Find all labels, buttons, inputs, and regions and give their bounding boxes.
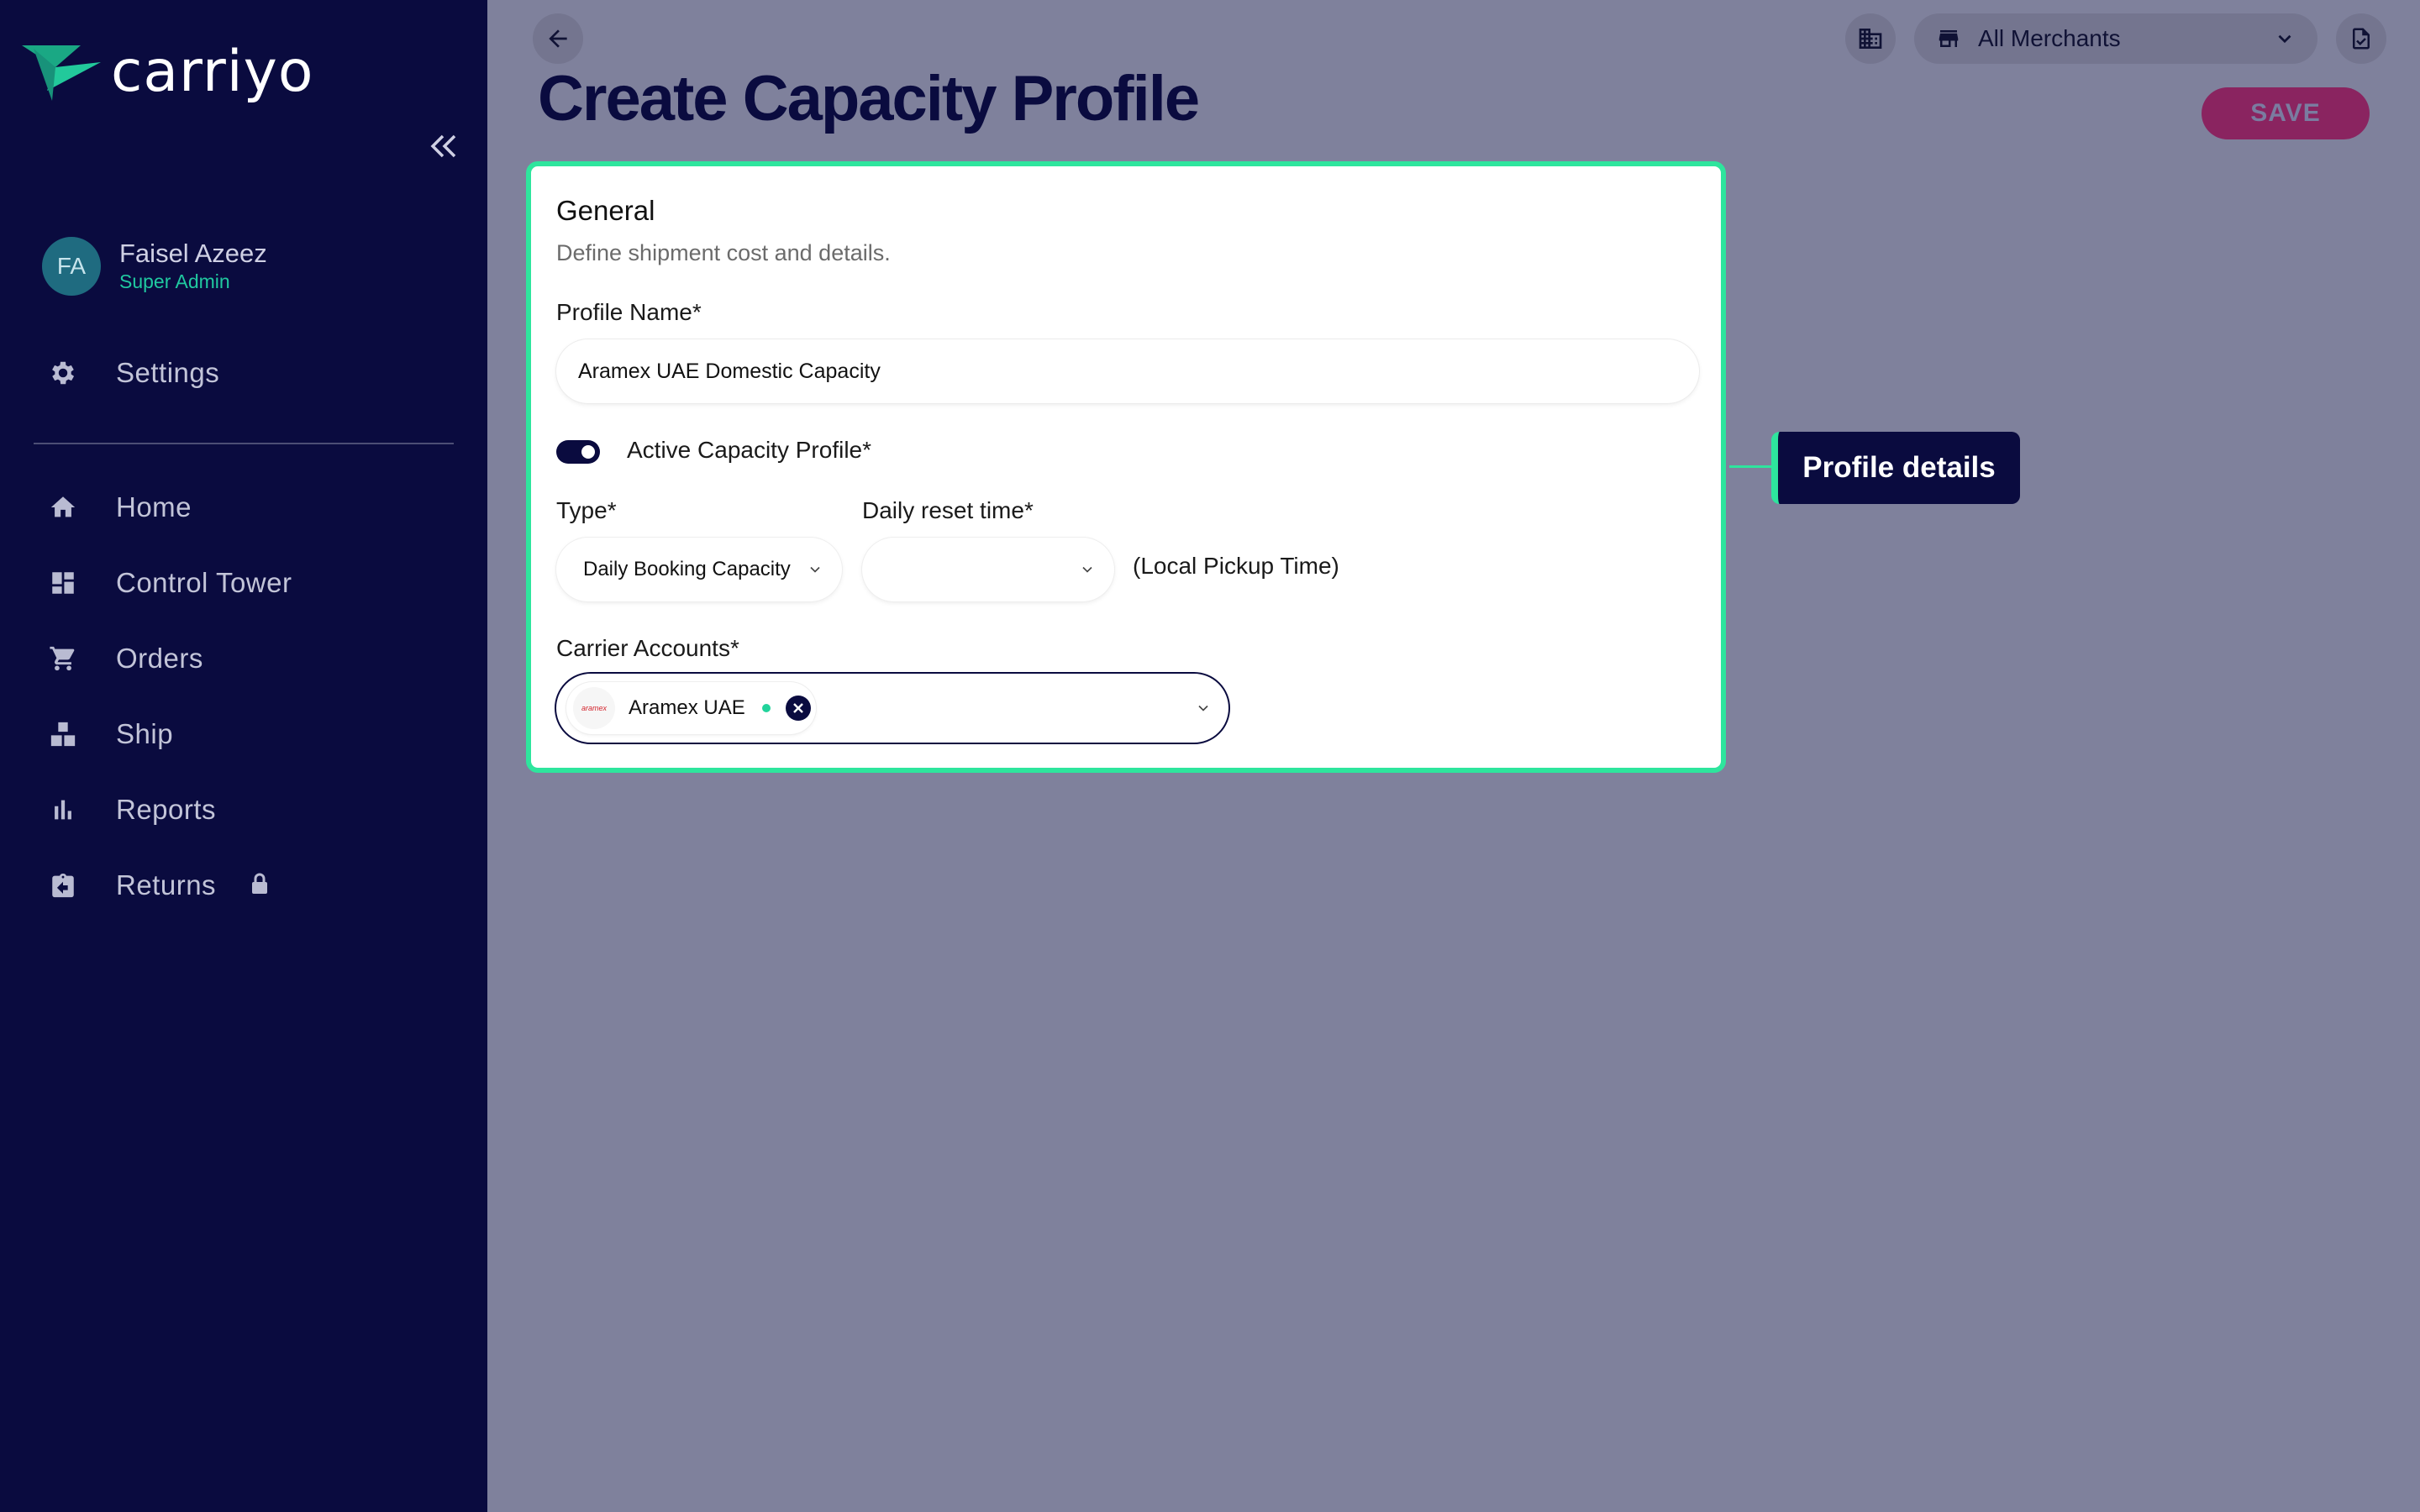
- double-chevron-left-icon: [430, 134, 456, 158]
- returns-icon: [47, 869, 79, 901]
- close-icon: [792, 703, 803, 713]
- chevron-down-icon: [810, 566, 820, 573]
- sidebar-divider: [34, 443, 454, 444]
- sidebar-item-returns[interactable]: Returns: [47, 860, 270, 911]
- profile-name-label: Profile Name*: [556, 299, 702, 325]
- sidebar-item-label: Returns: [116, 869, 217, 900]
- save-button[interactable]: SAVE: [2202, 87, 2370, 139]
- active-profile-label: Active Capacity Profile*: [627, 437, 872, 463]
- sidebar-item-orders[interactable]: Orders: [47, 633, 203, 684]
- aramex-logo: aramex: [573, 687, 615, 729]
- remove-carrier-button[interactable]: [785, 696, 811, 721]
- organization-button[interactable]: [1845, 13, 1896, 64]
- sidebar-item-reports[interactable]: Reports: [47, 785, 216, 835]
- sidebar-item-home[interactable]: Home: [47, 482, 192, 533]
- callout-connector: [1729, 465, 1773, 468]
- boxes-icon: [47, 718, 79, 750]
- store-icon: [1939, 30, 1959, 47]
- active-profile-toggle[interactable]: [556, 440, 600, 464]
- user-profile[interactable]: FA Faisel Azeez Super Admin: [42, 237, 267, 296]
- home-icon: [47, 491, 79, 523]
- carrier-accounts-select[interactable]: aramex Aramex UAE: [555, 672, 1230, 744]
- gear-icon: [47, 357, 79, 389]
- merchant-select[interactable]: All Merchants: [1914, 13, 2317, 64]
- sidebar: carriyo FA Faisel Azeez Super Admin Sett…: [0, 0, 487, 1512]
- reset-time-select[interactable]: [862, 538, 1114, 601]
- merchant-select-value: All Merchants: [1978, 25, 2121, 51]
- dashboard-icon: [47, 567, 79, 599]
- type-select[interactable]: Daily Booking Capacity: [556, 538, 842, 601]
- sidebar-item-label: Orders: [116, 643, 203, 674]
- cart-icon: [47, 643, 79, 675]
- arrow-left-icon: [549, 29, 567, 48]
- user-name: Faisel Azeez: [119, 239, 267, 268]
- sidebar-item-ship[interactable]: Ship: [47, 709, 173, 759]
- chevron-down-icon: [2278, 34, 2291, 44]
- collapse-sidebar-button[interactable]: [425, 128, 462, 165]
- reset-time-label: Daily reset time*: [862, 497, 1034, 523]
- lock-icon: [250, 872, 270, 900]
- section-title: General: [556, 195, 655, 226]
- sidebar-item-label: Home: [116, 491, 192, 522]
- carrier-chip-label: Aramex UAE: [629, 696, 745, 719]
- sidebar-item-settings[interactable]: Settings: [47, 348, 219, 398]
- reset-time-suffix: (Local Pickup Time): [1133, 553, 1339, 579]
- profile-details-callout: Profile details: [1771, 432, 2020, 504]
- carriyo-logo-icon: [22, 45, 101, 101]
- carrier-chip: aramex Aramex UAE: [566, 682, 816, 734]
- brand-name: carriyo: [111, 39, 314, 105]
- type-label: Type*: [556, 497, 617, 523]
- sidebar-item-label: Ship: [116, 718, 174, 749]
- toggle-knob: [581, 445, 595, 459]
- page-title: Create Capacity Profile: [538, 63, 1200, 134]
- profile-name-input[interactable]: Aramex UAE Domestic Capacity: [556, 339, 1699, 403]
- back-button[interactable]: [533, 13, 583, 64]
- chevron-down-icon: [1082, 566, 1092, 573]
- sidebar-item-control-tower[interactable]: Control Tower: [47, 558, 292, 608]
- section-subtitle: Define shipment cost and details.: [556, 240, 891, 265]
- chevron-down-icon: [1198, 705, 1208, 711]
- avatar: FA: [42, 237, 101, 296]
- document-check-icon: [2353, 28, 2370, 50]
- type-select-value: Daily Booking Capacity: [583, 558, 791, 580]
- sidebar-item-label: Settings: [116, 357, 220, 388]
- status-dot: [761, 704, 771, 712]
- carrier-accounts-label: Carrier Accounts*: [556, 635, 739, 661]
- document-button[interactable]: [2336, 13, 2386, 64]
- sidebar-item-label: Reports: [116, 794, 217, 825]
- bar-chart-icon: [47, 794, 79, 826]
- user-role: Super Admin: [119, 270, 230, 292]
- sidebar-item-label: Control Tower: [116, 567, 292, 598]
- building-icon: [1859, 29, 1882, 49]
- brand-logo[interactable]: carriyo: [22, 39, 314, 105]
